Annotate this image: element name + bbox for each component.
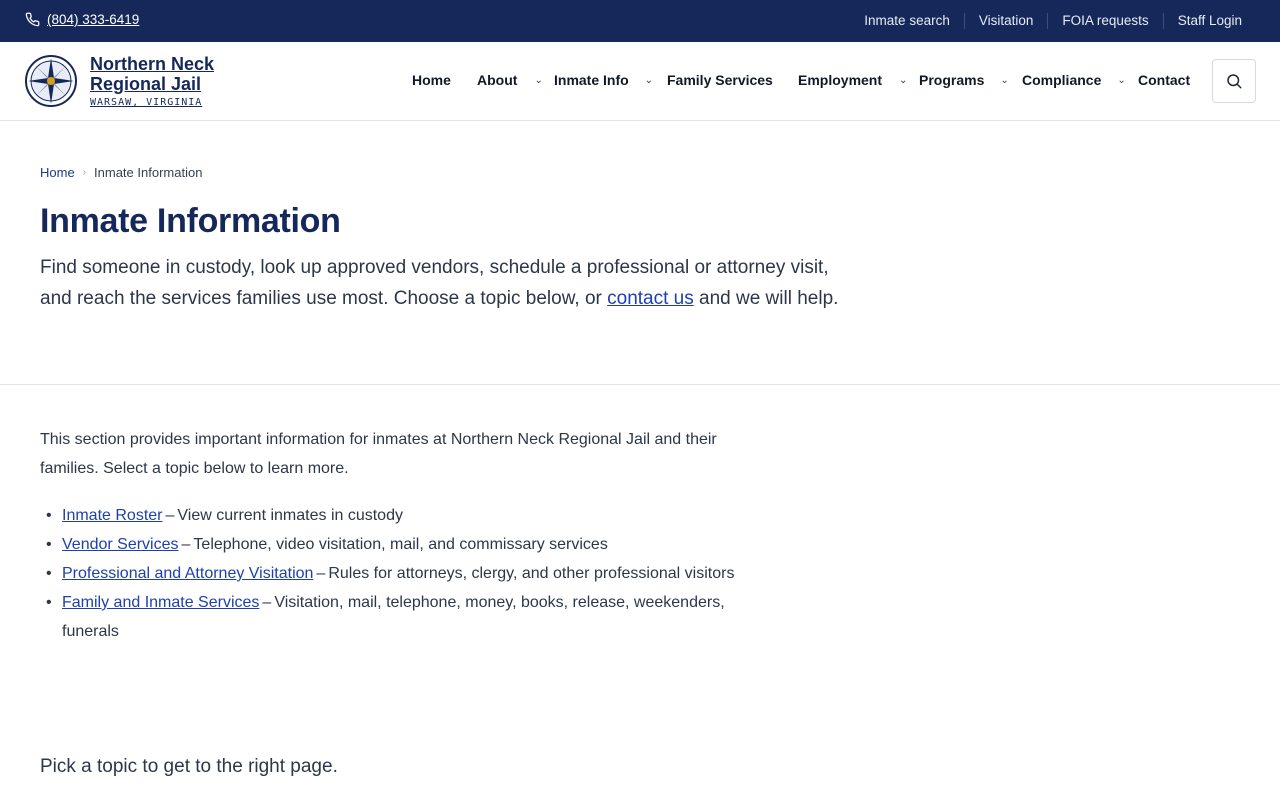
search-icon	[1227, 74, 1242, 89]
topic-description: Telephone, video visitation, mail, and c…	[193, 536, 608, 553]
topic-separator: –	[316, 565, 326, 582]
bullet-icon: •	[46, 507, 52, 524]
pick-topic-prompt: Pick a topic to get to the right page.	[40, 756, 338, 777]
topic-description: Rules for attorneys, clergy, and other p…	[328, 565, 735, 582]
utility-link-staff-login[interactable]: Staff Login	[1162, 13, 1256, 29]
nav-label-inmate-info: Inmate Info	[554, 72, 629, 88]
utility-link-inmate-search[interactable]: Inmate search	[850, 13, 964, 29]
nav-item-contact[interactable]: Contact	[1138, 72, 1190, 88]
topic-separator: –	[262, 594, 272, 611]
contact-us-link[interactable]: contact us	[607, 288, 694, 309]
nav-label-family-services: Family Services	[667, 72, 773, 88]
utility-links: Inmate search Visitation FOIA requests S…	[850, 13, 1256, 29]
nav-item-compliance[interactable]: Compliance ⌄	[1022, 72, 1126, 88]
list-item: • Inmate Roster – View current inmates in …	[40, 501, 770, 530]
nav-label-programs: Programs	[919, 72, 985, 88]
topic-separator: –	[181, 536, 191, 553]
site-location: WARSAW, VIRGINIA	[90, 97, 203, 108]
lead-paragraph: This section provides important informat…	[40, 431, 717, 477]
intro-paragraph: Find someone in custody, look up approve…	[40, 252, 860, 314]
chevron-down-icon[interactable]: ⌄	[1000, 75, 1008, 86]
topic-link-family-services[interactable]: Family and Inmate Services	[62, 594, 259, 611]
topic-list: • Inmate Roster – View current inmates in …	[40, 501, 770, 646]
utility-bar: (804) 333-6419 Inmate search Visitation …	[0, 0, 1280, 42]
compass-seal-logo[interactable]	[24, 54, 78, 108]
site-header: Northern Neck Regional Jail WARSAW, VIRG…	[0, 42, 1280, 121]
phone-link[interactable]: (804) 333-6419	[47, 12, 139, 27]
topic-link-inmate-roster[interactable]: Inmate Roster	[62, 507, 162, 524]
breadcrumb: Home › Inmate Information	[40, 165, 202, 180]
nav-item-home[interactable]: Home	[412, 72, 451, 88]
chevron-down-icon[interactable]: ⌄	[1117, 75, 1125, 86]
phone-contact[interactable]: (804) 333-6419	[25, 12, 139, 27]
bullet-icon: •	[46, 565, 52, 582]
utility-link-foia[interactable]: FOIA requests	[1047, 13, 1162, 29]
nav-item-family-services[interactable]: Family Services	[667, 72, 773, 88]
nav-label-home: Home	[412, 72, 451, 88]
chevron-right-icon: ›	[82, 167, 87, 178]
utility-link-visitation[interactable]: Visitation	[963, 13, 1048, 29]
section-divider	[0, 384, 1280, 385]
nav-label-employment: Employment	[798, 72, 883, 88]
phone-icon	[25, 12, 40, 27]
search-button[interactable]	[1212, 59, 1256, 103]
topic-link-vendor-services[interactable]: Vendor Services	[62, 536, 179, 553]
nav-label-about: About	[477, 72, 518, 88]
breadcrumb-home-link[interactable]: Home	[40, 165, 75, 180]
nav-item-employment[interactable]: Employment ⌄	[798, 72, 907, 88]
brand-block[interactable]: Northern Neck Regional Jail WARSAW, VIRG…	[90, 54, 230, 108]
site-name[interactable]: Northern Neck Regional Jail	[90, 54, 230, 94]
chevron-down-icon[interactable]: ⌄	[899, 75, 907, 86]
intro-tail: and we will help.	[699, 288, 839, 309]
list-item: • Family and Inmate Services – Visitation,…	[40, 588, 770, 646]
topic-link-professional-visitation[interactable]: Professional and Attorney Visitation	[62, 565, 313, 582]
chevron-down-icon[interactable]: ⌄	[645, 75, 653, 86]
topic-separator: –	[165, 507, 175, 524]
nav-label-compliance: Compliance	[1022, 72, 1102, 88]
page-title: Inmate Information	[40, 202, 341, 240]
chevron-down-icon[interactable]: ⌄	[534, 75, 542, 86]
topic-description: View current inmates in custody	[177, 507, 403, 524]
bullet-icon: •	[46, 594, 52, 611]
nav-item-inmate-info[interactable]: Inmate Info ⌄	[554, 72, 653, 88]
nav-label-contact: Contact	[1138, 72, 1191, 88]
nav-item-about[interactable]: About ⌄	[477, 72, 543, 88]
list-item: • Vendor Services – Telephone, video visit…	[40, 530, 770, 559]
bullet-icon: •	[46, 536, 52, 553]
nav-item-programs[interactable]: Programs ⌄	[919, 72, 1009, 88]
breadcrumb-current: Inmate Information	[94, 165, 203, 180]
list-item: • Professional and Attorney Visitation – R…	[40, 559, 770, 588]
